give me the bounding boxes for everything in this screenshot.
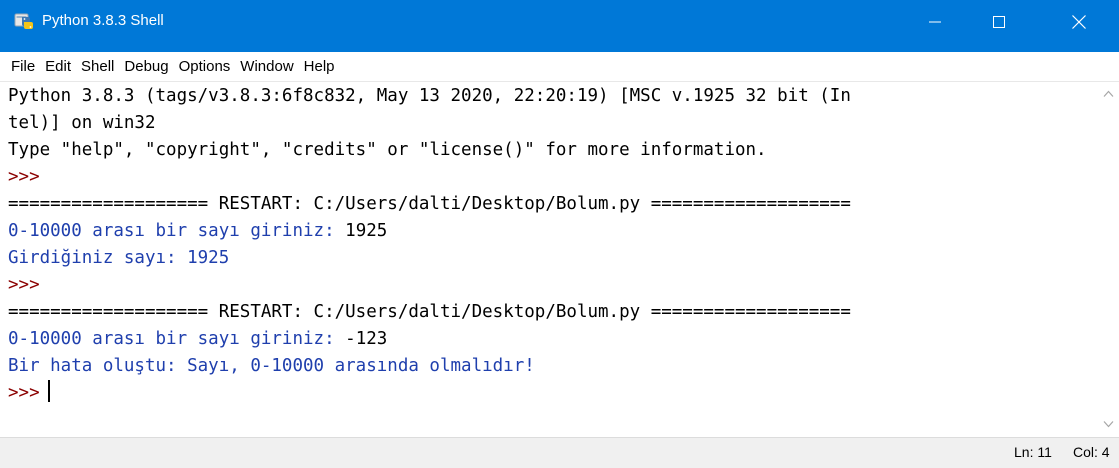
shell-text-segment: =================== RESTART: C:/Users/da…: [8, 302, 851, 322]
scroll-up-button[interactable]: [1098, 85, 1119, 105]
menu-debug[interactable]: Debug: [119, 52, 173, 82]
shell-prompt: >>>: [8, 383, 40, 403]
title-bar[interactable]: Python 3.8.3 Shell: [0, 0, 1119, 52]
shell-line: >>>: [8, 164, 851, 191]
shell-text-area[interactable]: Python 3.8.3 (tags/v3.8.3:6f8c832, May 1…: [0, 83, 1098, 437]
menu-options[interactable]: Options: [174, 52, 236, 82]
status-bar: Ln: 11 Col: 4: [0, 437, 1119, 468]
close-icon: [1072, 15, 1086, 29]
idle-shell-window: Python 3.8.3 Shell File Edit Shell Debug…: [0, 0, 1119, 468]
menu-edit[interactable]: Edit: [40, 52, 76, 82]
maximize-button[interactable]: [971, 0, 1027, 44]
chevron-down-icon: [1103, 421, 1114, 428]
shell-line: >>>: [8, 272, 851, 299]
menu-help[interactable]: Help: [299, 52, 340, 82]
scroll-down-button[interactable]: [1098, 415, 1119, 435]
shell-text-segment: 0-10000 arası bir sayı giriniz:: [8, 329, 346, 349]
minimize-icon: [929, 21, 941, 23]
shell-line: Python 3.8.3 (tags/v3.8.3:6f8c832, May 1…: [8, 83, 851, 110]
shell-line: Girdiğiniz sayı: 1925: [8, 245, 851, 272]
shell-line: =================== RESTART: C:/Users/da…: [8, 299, 851, 326]
menu-window[interactable]: Window: [235, 52, 298, 82]
shell-prompt: >>>: [8, 167, 40, 187]
shell-line: tel)] on win32: [8, 110, 851, 137]
shell-prompt: >>>: [8, 275, 40, 295]
shell-text-segment: =================== RESTART: C:/Users/da…: [8, 194, 851, 214]
shell-line: 0-10000 arası bir sayı giriniz: -123: [8, 326, 851, 353]
shell-text-segment: -123: [345, 329, 388, 349]
window-title: Python 3.8.3 Shell: [42, 12, 164, 29]
menu-bar: File Edit Shell Debug Options Window Hel…: [0, 52, 1119, 82]
close-button[interactable]: [1051, 0, 1107, 44]
shell-text-segment: Python 3.8.3 (tags/v3.8.3:6f8c832, May 1…: [8, 86, 851, 106]
menu-shell[interactable]: Shell: [76, 52, 119, 82]
menu-file[interactable]: File: [6, 52, 40, 82]
shell-text-segment: 0-10000 arası bir sayı giriniz:: [8, 221, 346, 241]
shell-line: =================== RESTART: C:/Users/da…: [8, 191, 851, 218]
chevron-up-icon: [1103, 90, 1114, 97]
maximize-icon: [993, 16, 1005, 28]
shell-output: Python 3.8.3 (tags/v3.8.3:6f8c832, May 1…: [8, 83, 851, 407]
shell-line: >>>: [8, 380, 851, 407]
text-cursor: [47, 380, 50, 402]
status-line-number: Ln: 11: [1014, 444, 1052, 460]
vertical-scrollbar[interactable]: [1098, 83, 1119, 437]
shell-line: 0-10000 arası bir sayı giriniz: 1925: [8, 218, 851, 245]
minimize-button[interactable]: [907, 0, 963, 44]
shell-text-segment: Bir hata oluştu: Sayı, 0-10000 arasında …: [8, 356, 535, 376]
shell-text-segment: tel)] on win32: [8, 113, 156, 133]
shell-line: Type "help", "copyright", "credits" or "…: [8, 137, 851, 164]
shell-text-segment: Girdiğiniz sayı: 1925: [8, 248, 230, 268]
status-column-number: Col: 4: [1073, 444, 1110, 460]
shell-line: Bir hata oluştu: Sayı, 0-10000 arasında …: [8, 353, 851, 380]
shell-text-segment: 1925: [345, 221, 388, 241]
python-icon: [14, 11, 34, 31]
shell-text-segment: Type "help", "copyright", "credits" or "…: [8, 140, 767, 160]
